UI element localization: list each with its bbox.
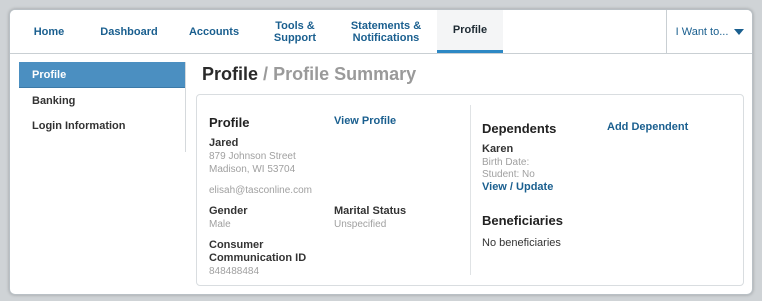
- sidebar-item-login-information[interactable]: Login Information: [19, 113, 185, 138]
- nav-dashboard[interactable]: Dashboard: [90, 10, 168, 53]
- dependent-name: Karen: [482, 143, 514, 155]
- dependents-heading: Dependents: [482, 121, 557, 136]
- nav-profile[interactable]: Profile: [437, 10, 503, 53]
- dependent-birth-date: Birth Date:: [482, 157, 530, 168]
- profile-address-line2: Madison, WI 53704: [209, 164, 296, 175]
- profile-email: elisah@tasconline.com: [209, 185, 312, 196]
- caret-down-icon: [734, 28, 745, 35]
- nav-dashboard-label: Dashboard: [100, 25, 158, 38]
- sidebar-item-label: Profile: [32, 68, 67, 81]
- nav-accounts[interactable]: Accounts: [180, 10, 248, 53]
- top-navigation: Home Dashboard Accounts Tools & Support …: [10, 10, 752, 54]
- profile-heading: Profile: [209, 115, 250, 130]
- communication-id-label-line1: Consumer: [209, 239, 264, 251]
- gender-value: Male: [209, 219, 231, 230]
- nav-tools-support[interactable]: Tools & Support: [260, 10, 330, 53]
- i-want-to-dropdown[interactable]: I Want to...: [666, 10, 752, 53]
- communication-id-label-line2: Communication ID: [209, 252, 307, 264]
- nav-tools-support-label: Tools & Support: [273, 19, 317, 44]
- sidebar-item-profile[interactable]: Profile: [19, 62, 185, 88]
- sidebar-item-banking[interactable]: Banking: [19, 88, 185, 113]
- page-title: Profile / Profile Summary: [202, 64, 416, 85]
- profile-address-line1: 879 Johnson Street: [209, 151, 296, 162]
- dependent-student: Student: No: [482, 169, 535, 180]
- marital-status-value: Unspecified: [334, 219, 387, 230]
- communication-id-value: 848488484: [209, 266, 260, 277]
- nav-statements-label: Statements & Notifications: [350, 19, 422, 44]
- i-want-to-label: I Want to...: [675, 25, 729, 38]
- view-update-dependent-link[interactable]: View / Update: [482, 181, 553, 193]
- nav-statements-notifications[interactable]: Statements & Notifications: [334, 10, 438, 53]
- nav-profile-label: Profile: [452, 24, 488, 36]
- sidebar-item-label: Login Information: [32, 119, 126, 132]
- app-frame: Home Dashboard Accounts Tools & Support …: [9, 9, 753, 295]
- sidebar-item-label: Banking: [32, 94, 76, 107]
- card-divider: [470, 105, 471, 275]
- nav-home[interactable]: Home: [24, 10, 74, 53]
- profile-name: Jared: [209, 137, 239, 149]
- nav-accounts-label: Accounts: [188, 25, 240, 38]
- beneficiaries-empty-text: No beneficiaries: [482, 237, 561, 249]
- add-dependent-link[interactable]: Add Dependent: [607, 121, 688, 133]
- view-profile-link[interactable]: View Profile: [334, 115, 396, 127]
- sidebar: Profile Banking Login Information: [19, 62, 186, 152]
- beneficiaries-heading: Beneficiaries: [482, 213, 563, 228]
- page-title-main: Profile: [202, 64, 259, 84]
- gender-label: Gender: [209, 205, 248, 217]
- page-title-separator: /: [263, 64, 269, 84]
- marital-status-label: Marital Status: [334, 205, 407, 217]
- nav-home-label: Home: [33, 25, 65, 38]
- page-subtitle: Profile Summary: [273, 64, 417, 84]
- profile-summary-card: Profile View Profile Jared 879 Johnson S…: [196, 94, 744, 286]
